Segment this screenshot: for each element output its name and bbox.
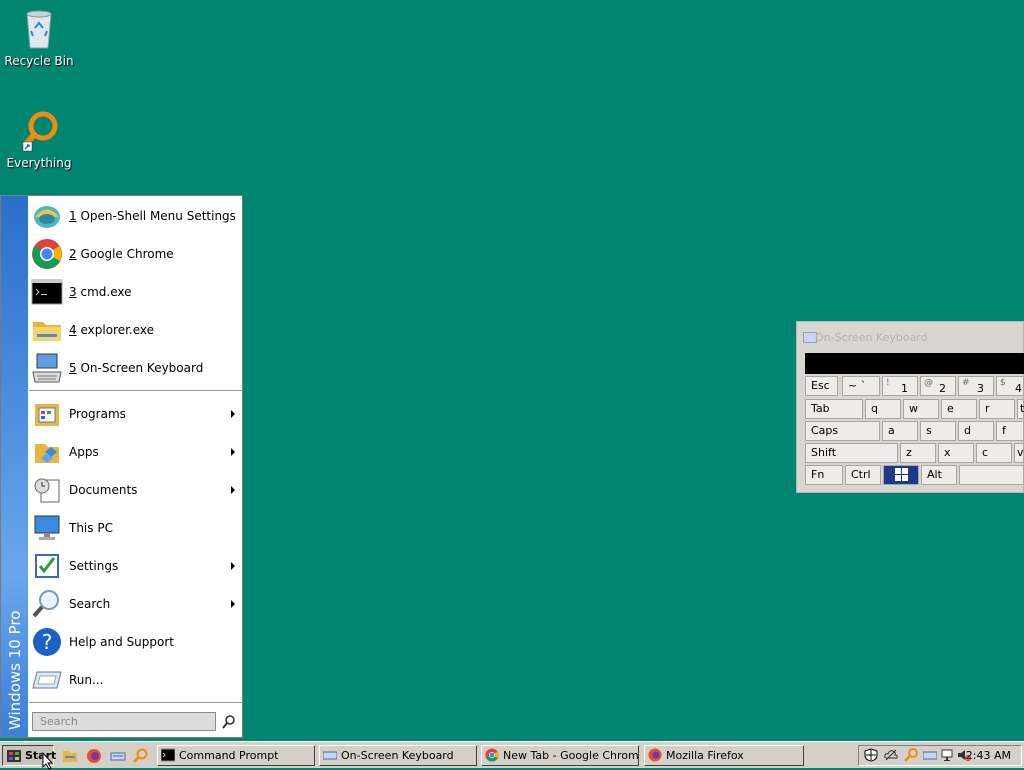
recent-item-cmd[interactable]: 3 cmd.exe <box>29 273 243 311</box>
menu-item-search[interactable]: Search <box>29 585 243 623</box>
key-x[interactable]: x <box>938 443 974 463</box>
key-space[interactable] <box>959 465 1024 485</box>
start-menu-banner: Windows 10 Pro <box>1 196 28 737</box>
cmd-icon <box>161 748 175 762</box>
network-icon[interactable] <box>941 748 955 762</box>
clock[interactable]: 2:43 AM <box>966 749 1011 762</box>
submenu-arrow-icon <box>231 562 235 570</box>
submenu-arrow-icon <box>231 600 235 608</box>
key-e[interactable]: e <box>941 399 977 419</box>
key-tab[interactable]: Tab <box>805 399 863 419</box>
key-a[interactable]: a <box>882 421 918 441</box>
task-mozilla-firefox[interactable]: Mozilla Firefox <box>644 745 804 766</box>
task-google-chrome[interactable]: New Tab - Google Chrome <box>481 745 639 766</box>
menu-item-programs[interactable]: Programs <box>29 395 243 433</box>
recycle-bin-icon <box>19 8 59 50</box>
firefox-icon <box>648 748 662 762</box>
help-icon: ? <box>31 626 63 658</box>
start-search-input[interactable]: Search <box>32 712 216 731</box>
folder-icon <box>31 314 63 346</box>
submenu-arrow-icon <box>231 410 235 418</box>
run-icon <box>31 664 63 696</box>
magnifier-icon <box>31 588 63 620</box>
key-4[interactable]: $4 <box>996 376 1024 396</box>
quick-launch-explorer-icon[interactable] <box>62 748 78 764</box>
key-v[interactable]: v <box>1014 443 1024 463</box>
osk-title: On-Screen Keyboard <box>815 331 928 344</box>
osk-display <box>805 353 1024 374</box>
key-alt[interactable]: Alt <box>921 465 957 485</box>
shell-icon <box>31 200 63 232</box>
documents-icon <box>31 474 63 506</box>
key-r[interactable]: r <box>979 399 1015 419</box>
menu-item-documents[interactable]: Documents <box>29 471 243 509</box>
key-d[interactable]: d <box>958 421 994 441</box>
desktop-icon-everything[interactable]: Everything <box>0 110 78 170</box>
key-windows[interactable] <box>883 465 919 485</box>
banner-text: Windows 10 Pro <box>6 610 24 730</box>
key-t[interactable]: t <box>1017 399 1024 419</box>
key-esc[interactable]: Esc <box>805 376 838 396</box>
start-logo-icon <box>7 750 21 762</box>
desktop-icon-label: Recycle Bin <box>4 54 74 68</box>
programs-icon <box>31 398 63 430</box>
key-s[interactable]: s <box>920 421 956 441</box>
onedrive-cloud-icon[interactable] <box>884 748 898 762</box>
key-q[interactable]: q <box>865 399 901 419</box>
chrome-icon <box>485 748 499 762</box>
key-shift[interactable]: Shift <box>805 443 898 463</box>
apps-icon <box>31 436 63 468</box>
menu-separator <box>29 390 243 391</box>
defender-shield-icon[interactable] <box>864 748 878 762</box>
recent-item-explorer[interactable]: 4 explorer.exe <box>29 311 243 349</box>
recent-item-open-shell-settings[interactable]: 1 Open-Shell Menu Settings <box>29 197 243 235</box>
quick-launch-firefox-icon[interactable] <box>86 748 102 764</box>
key-3[interactable]: #3 <box>958 376 994 396</box>
recent-item-on-screen-keyboard[interactable]: 5 On-Screen Keyboard <box>29 349 243 387</box>
key-c[interactable]: c <box>976 443 1012 463</box>
on-screen-keyboard-window: On-Screen Keyboard Esc ~ ` ! 1 @2 #3 $4 T… <box>796 321 1024 493</box>
desktop-icon-recycle-bin[interactable]: Recycle Bin <box>0 8 78 68</box>
keyboard-tray-icon[interactable] <box>923 748 937 762</box>
key-w[interactable]: w <box>903 399 939 419</box>
everything-icon <box>19 110 59 152</box>
menu-item-settings[interactable]: Settings <box>29 547 243 585</box>
keyboard-icon <box>31 352 63 384</box>
mouse-cursor-icon <box>42 752 54 770</box>
quick-launch-keyboard-icon[interactable] <box>110 748 126 764</box>
start-menu: Windows 10 Pro 1 Open-Shell Menu Setting… <box>0 195 243 738</box>
key-fn[interactable]: Fn <box>805 465 843 485</box>
svg-text:?: ? <box>42 630 53 654</box>
desktop-icon-label: Everything <box>6 156 72 170</box>
menu-item-this-pc[interactable]: This PC <box>29 509 243 547</box>
menu-item-run[interactable]: Run... <box>29 661 243 699</box>
key-caps[interactable]: Caps <box>805 421 880 441</box>
quick-launch-everything-icon[interactable] <box>132 748 148 764</box>
everything-tray-icon[interactable] <box>904 748 918 762</box>
keyboard-icon <box>323 751 337 760</box>
chrome-icon <box>31 238 63 270</box>
settings-icon <box>31 550 63 582</box>
key-z[interactable]: z <box>900 443 936 463</box>
task-command-prompt[interactable]: Command Prompt <box>157 745 315 766</box>
taskbar: Start Command Prompt On-Screen Keyboard … <box>0 741 1024 768</box>
system-tray: 2:43 AM <box>858 745 1022 766</box>
task-on-screen-keyboard[interactable]: On-Screen Keyboard <box>319 745 477 766</box>
submenu-arrow-icon <box>231 448 235 456</box>
key-backtick[interactable]: ~ ` <box>842 376 880 396</box>
key-ctrl[interactable]: Ctrl <box>845 465 881 485</box>
key-2[interactable]: @2 <box>920 376 956 396</box>
menu-item-apps[interactable]: Apps <box>29 433 243 471</box>
submenu-arrow-icon <box>231 486 235 494</box>
key-1[interactable]: ! 1 <box>882 376 918 396</box>
recent-item-google-chrome[interactable]: 2 Google Chrome <box>29 235 243 273</box>
windows-logo-icon <box>895 468 908 481</box>
key-f[interactable]: f <box>996 421 1024 441</box>
menu-separator <box>29 702 243 703</box>
computer-icon <box>31 512 63 544</box>
search-icon[interactable] <box>221 714 237 730</box>
menu-item-help-support[interactable]: ? Help and Support <box>29 623 243 661</box>
cmd-icon <box>31 276 63 308</box>
